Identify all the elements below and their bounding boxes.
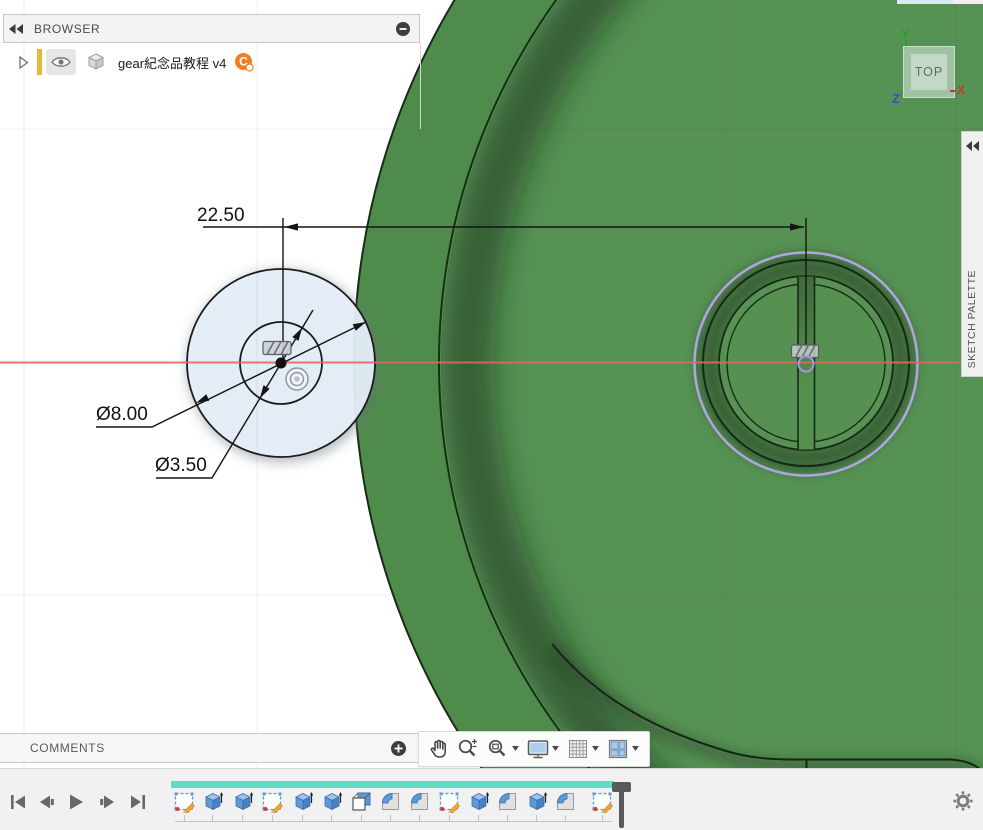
viewports-button[interactable]	[606, 737, 640, 761]
timeline-feature-extrude-icon[interactable]	[467, 790, 490, 813]
grid-and-snaps-button[interactable]	[566, 737, 600, 761]
component-cube-icon	[86, 52, 106, 72]
magnifier-fit-icon	[486, 737, 510, 761]
navigation-toolbar	[418, 731, 650, 767]
active-item-indicator	[37, 49, 42, 75]
sketch-palette-collapsed[interactable]: SKETCH PALETTE	[961, 131, 983, 377]
timeline-feature-sketch-icon[interactable]	[261, 790, 284, 813]
timeline-group-highlight	[171, 781, 614, 788]
timeline-tick	[272, 815, 273, 821]
eye-icon	[51, 55, 71, 69]
grid-icon	[566, 737, 590, 761]
timeline-feature-sketch-icon[interactable]	[173, 790, 196, 813]
timeline-feature-fillet-icon[interactable]	[554, 790, 577, 813]
step-forward-button[interactable]	[97, 791, 119, 813]
viewcube[interactable]: TOP	[903, 46, 955, 98]
minus-circle-icon[interactable]	[395, 21, 411, 37]
magnifier-zoom-icon	[456, 737, 480, 761]
step-back-button[interactable]	[35, 791, 57, 813]
timeline-feature-fillet-icon[interactable]	[379, 790, 402, 813]
timeline-feature-sketch-icon[interactable]	[438, 790, 461, 813]
display-settings-button[interactable]	[526, 737, 560, 761]
timeline-feature-extrude-icon[interactable]	[231, 790, 254, 813]
timeline-feature-extrude-icon[interactable]	[320, 790, 343, 813]
timeline-tick	[212, 815, 213, 821]
timeline-tick	[390, 815, 391, 821]
sketch-center-point[interactable]	[276, 358, 287, 369]
expand-arrow-icon[interactable]	[19, 56, 29, 69]
dimension-diameter-inner-value[interactable]: Ø3.50	[155, 455, 207, 476]
timeline-tick	[331, 815, 332, 821]
component-name[interactable]: gear紀念品教程 v4	[118, 53, 226, 72]
viewcube-axis-y-tick	[905, 40, 907, 46]
timeline-playhead[interactable]	[619, 791, 624, 828]
play-button[interactable]	[64, 791, 86, 813]
skip-to-end-button[interactable]	[127, 791, 149, 813]
gear-icon[interactable]	[952, 790, 974, 812]
model-canvas[interactable]: 22.50 Ø8.00 Ø3.50	[0, 0, 983, 768]
sketch-palette-title: SKETCH PALETTE	[966, 270, 978, 368]
viewcube-axis-y-label: Y	[901, 27, 909, 41]
comments-title: COMMENTS	[30, 741, 390, 755]
browser-item-root-component[interactable]: gear紀念品教程 v4 C	[3, 47, 420, 77]
browser-panel-title: BROWSER	[34, 22, 395, 36]
timeline-tick	[242, 815, 243, 821]
timeline-feature-extrude-icon[interactable]	[201, 790, 224, 813]
timeline-tick	[184, 815, 185, 821]
timeline-tick	[449, 815, 450, 821]
timeline-feature-fillet-icon[interactable]	[496, 790, 519, 813]
timeline-bar	[0, 768, 983, 830]
viewports-icon	[606, 737, 630, 761]
timeline-feature-box-icon[interactable]	[350, 790, 373, 813]
timeline-tick	[302, 815, 303, 821]
viewcube-axis-z-label: Z	[892, 91, 900, 106]
browser-panel-edge	[420, 43, 421, 129]
hand-icon	[426, 737, 450, 761]
timeline-tick	[419, 815, 420, 821]
timeline-tick	[507, 815, 508, 821]
timeline-tick	[361, 815, 362, 821]
timeline-tick	[478, 815, 479, 821]
cloud-status-icon: C	[234, 52, 254, 72]
chevrons-left-icon[interactable]	[9, 24, 24, 34]
dimension-diameter-outer-value[interactable]: Ø8.00	[96, 404, 148, 425]
chevrons-left-icon[interactable]	[966, 141, 980, 151]
timeline-feature-fillet-icon[interactable]	[408, 790, 431, 813]
chevron-down-icon	[512, 746, 520, 752]
zoom-button[interactable]	[456, 737, 480, 761]
top-gray-strip	[953, 0, 983, 4]
browser-panel-header: BROWSER	[3, 14, 420, 43]
timeline-tick	[565, 815, 566, 821]
chevron-down-icon	[552, 746, 560, 752]
skip-to-start-button[interactable]	[7, 791, 29, 813]
timeline-tick	[602, 815, 603, 821]
origin-point-icon[interactable]	[286, 368, 308, 390]
viewcube-axis-x-label: X	[957, 83, 965, 97]
timeline-feature-extrude-icon[interactable]	[291, 790, 314, 813]
timeline-feature-sketch-icon[interactable]	[591, 790, 614, 813]
viewcube-axis-x-tick	[950, 90, 955, 92]
visibility-toggle[interactable]	[46, 49, 76, 75]
timeline-feature-extrude-icon[interactable]	[525, 790, 548, 813]
fusion360-window: 22.50 Ø8.00 Ø3.50 TOP Y X Z	[0, 0, 983, 830]
comments-panel[interactable]: COMMENTS	[0, 733, 422, 763]
plus-circle-icon[interactable]	[390, 740, 407, 757]
top-accent-strip	[897, 0, 953, 4]
pan-button[interactable]	[426, 737, 450, 761]
timeline-tick	[536, 815, 537, 821]
chevron-down-icon	[592, 746, 600, 752]
timeline-track	[175, 821, 612, 822]
chevron-down-icon	[632, 746, 640, 752]
viewcube-face-label: TOP	[915, 65, 943, 79]
constraint-grip-icon[interactable]	[263, 342, 291, 355]
viewcube-face-top[interactable]: TOP	[911, 54, 947, 90]
monitor-icon	[526, 737, 550, 761]
dimension-linear-value[interactable]: 22.50	[197, 205, 245, 226]
fit-button[interactable]	[486, 737, 520, 761]
